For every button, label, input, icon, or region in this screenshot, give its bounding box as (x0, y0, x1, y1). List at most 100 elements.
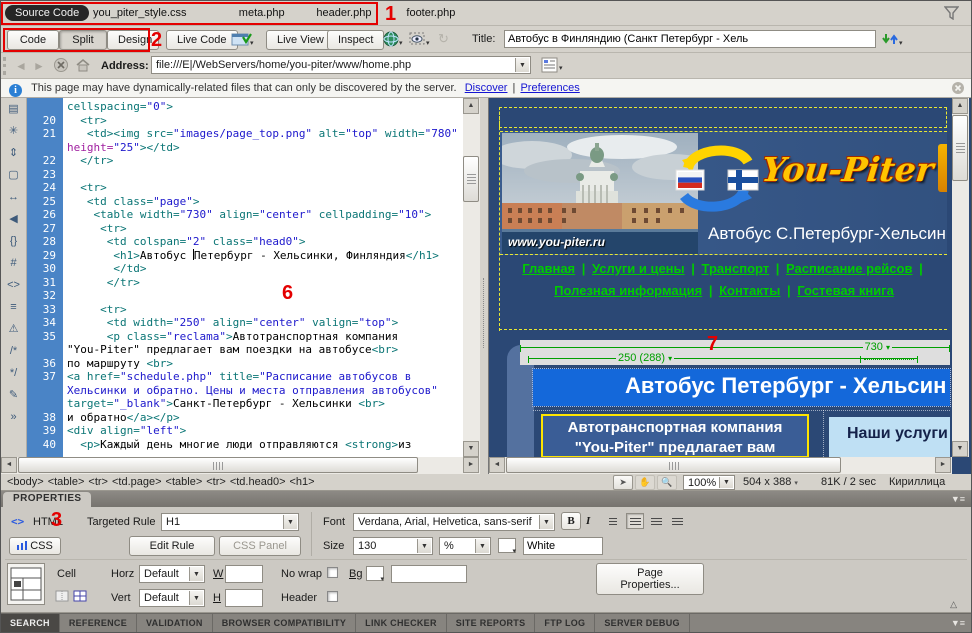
tag-selector-item[interactable]: <td.page> (112, 476, 162, 488)
results-tab-server-debug[interactable]: SERVER DEBUG (595, 614, 689, 633)
code-line[interactable]: 25 <td class="page"> (27, 195, 463, 209)
bg-color-swatch[interactable] (366, 566, 384, 581)
tag-selector-item[interactable]: <tr> (206, 476, 226, 488)
scroll-down-icon[interactable]: ▼ (463, 441, 479, 457)
vert-combo[interactable]: Default▼ (139, 589, 205, 607)
format-source-code-icon[interactable]: ✎ (3, 385, 25, 406)
tag-selector-item[interactable]: <table> (48, 476, 85, 488)
align-justify-button[interactable] (668, 513, 686, 529)
results-tab-validation[interactable]: VALIDATION (137, 614, 213, 633)
highlight-invalid-code-icon[interactable]: <> (3, 275, 25, 296)
collapse-toolbar-icon[interactable]: » (3, 407, 25, 428)
remove-comment-icon[interactable]: */ (3, 363, 25, 384)
code-line[interactable]: cellspacing="0"> (27, 100, 463, 114)
code-line[interactable]: 40 <p>Каждый день многие люди отправляют… (27, 438, 463, 452)
code-line[interactable]: 24 <tr> (27, 181, 463, 195)
font-combo[interactable]: Verdana, Arial, Helvetica, sans-serif▼ (353, 513, 555, 531)
code-lines[interactable]: cellspacing="0">20 <tr>21 <td><img src="… (27, 100, 463, 451)
align-right-button[interactable] (647, 513, 665, 529)
code-line[interactable]: "You-Piter" предлагает вам поездки на ав… (27, 343, 463, 357)
code-line[interactable]: target="_blank">Санкт-Петербург - Хельси… (27, 397, 463, 411)
stop-icon[interactable] (53, 57, 69, 76)
code-line[interactable]: 32 (27, 289, 463, 303)
results-tab-reference[interactable]: REFERENCE (60, 614, 137, 633)
design-vscrollbar[interactable]: ▲ ▼ (952, 98, 969, 457)
text-color-input[interactable] (523, 537, 603, 555)
table-width-730[interactable]: 730 ▾ (863, 341, 892, 353)
code-line[interactable]: 28 <td colspan="2" class="head0"> (27, 235, 463, 249)
code-line[interactable]: 36по маршруту <br> (27, 357, 463, 371)
table-width-250[interactable]: 250 (288) ▾ (616, 352, 674, 364)
code-line[interactable]: 35 <p class="reclama">Автотранспортная к… (27, 330, 463, 344)
code-navigator-icon[interactable]: ✳ (3, 121, 25, 142)
zoom-tool-icon[interactable]: 🔍 (657, 475, 677, 490)
select-tool-icon[interactable]: ➤ (613, 475, 633, 490)
back-icon[interactable]: ◄ (15, 59, 27, 73)
results-tab-link-checker[interactable]: LINK CHECKER (356, 614, 447, 633)
code-line[interactable]: 21 <td><img src="images/page_top.png" al… (27, 127, 463, 141)
code-line[interactable]: 20 <tr> (27, 114, 463, 128)
align-left-button[interactable] (605, 513, 623, 529)
reclama-cell[interactable]: Автотранспортная компания "You-Piter" пр… (541, 414, 809, 458)
toolbar-grip[interactable] (3, 57, 6, 75)
filter-icon[interactable] (944, 6, 959, 20)
tag-selector-item[interactable]: <body> (7, 476, 44, 488)
nav-link[interactable]: Главная (522, 261, 575, 276)
design-top-row[interactable] (499, 107, 947, 128)
results-tab-ftp-log[interactable]: FTP LOG (535, 614, 595, 633)
code-line[interactable]: 23 (27, 168, 463, 182)
scroll-up-icon[interactable]: ▲ (463, 98, 479, 114)
tag-selector-item[interactable]: <td.head0> (230, 476, 286, 488)
nav-link[interactable]: Гостевая книга (797, 283, 894, 298)
scroll-right-icon[interactable]: ► (463, 457, 479, 473)
merge-cells-icon[interactable] (55, 590, 69, 605)
related-file-footer.php[interactable]: footer.php (406, 7, 455, 19)
scroll-right-icon[interactable]: ► (935, 457, 951, 473)
code-line[interactable]: 38и обратно</a></p> (27, 411, 463, 425)
services-cell[interactable]: Наши услуги (829, 417, 950, 457)
tag-selector-item[interactable]: <h1> (290, 476, 315, 488)
results-tab-site-reports[interactable]: SITE REPORTS (447, 614, 536, 633)
nav-link[interactable]: Контакты (719, 283, 780, 298)
line-numbers-icon[interactable]: # (3, 253, 25, 274)
nav-link[interactable]: Транспорт (702, 261, 770, 276)
home-icon[interactable] (75, 57, 91, 76)
cell-width-input[interactable] (225, 565, 263, 583)
page-heading-cell[interactable]: Автобус Петербург - Хельсин (533, 369, 950, 406)
no-wrap-checkbox[interactable] (327, 567, 338, 578)
view-options-icon[interactable]: ▾ (541, 57, 567, 77)
nav-link[interactable]: Полезная информация (554, 283, 702, 298)
syntax-error-alerts-icon[interactable]: ⚠ (3, 319, 25, 340)
code-view-pane[interactable]: cellspacing="0">20 <tr>21 <td><img src="… (1, 98, 480, 474)
live-view-button[interactable]: Live View (266, 30, 335, 50)
code-line[interactable]: 26 <table width="730" align="center" cel… (27, 208, 463, 222)
align-center-button[interactable] (626, 513, 644, 529)
results-tab-search[interactable]: SEARCH (1, 614, 60, 633)
apply-comment-icon[interactable]: /* (3, 341, 25, 362)
code-line[interactable]: 30 </td> (27, 262, 463, 276)
select-parent-tag-icon[interactable]: ◀ (3, 209, 25, 230)
text-color-swatch[interactable] (498, 538, 516, 553)
split-cell-icon[interactable] (73, 590, 87, 605)
panel-menu-icon[interactable]: ▼≡ (951, 618, 965, 628)
tag-path[interactable]: <body><table><tr><td.page><table><tr><td… (3, 476, 315, 488)
targeted-rule-combo[interactable]: H1▼ (161, 513, 299, 531)
preferences-link[interactable]: Preferences (520, 82, 579, 94)
page-properties-button[interactable]: Page Properties... (596, 563, 704, 595)
code-line[interactable]: 29 <h1>Автобус Петербург - Хельсинки, Фи… (27, 249, 463, 263)
collapse-selection-icon[interactable]: ▢ (3, 165, 25, 186)
preview-in-browser-icon[interactable]: ▾ (383, 31, 405, 51)
design-view-pane[interactable]: You-Piter Автобус С.Петербург-Хельсинки … (488, 98, 972, 474)
discover-link[interactable]: Discover (465, 82, 508, 94)
code-vscrollbar[interactable]: ▲ ▼ (463, 98, 480, 457)
table-width-bar[interactable]: 730 ▾ 250 (288) ▾ (520, 340, 950, 365)
window-size-value[interactable]: 504 x 388 ▾ (743, 474, 798, 492)
file-management-icon[interactable]: ▾ (881, 31, 905, 50)
css-panel-button[interactable]: CSS Panel (219, 536, 301, 556)
code-line[interactable]: 39<div align="left"> (27, 424, 463, 438)
header-checkbox[interactable] (327, 591, 338, 602)
address-input[interactable]: file:///E|/WebServers/home/you-piter/www… (151, 56, 531, 74)
css-mode-button[interactable]: CSS (9, 537, 61, 555)
word-wrap-icon[interactable]: ≡ (3, 297, 25, 318)
w3c-validation-icon[interactable]: ▾ (231, 31, 255, 50)
